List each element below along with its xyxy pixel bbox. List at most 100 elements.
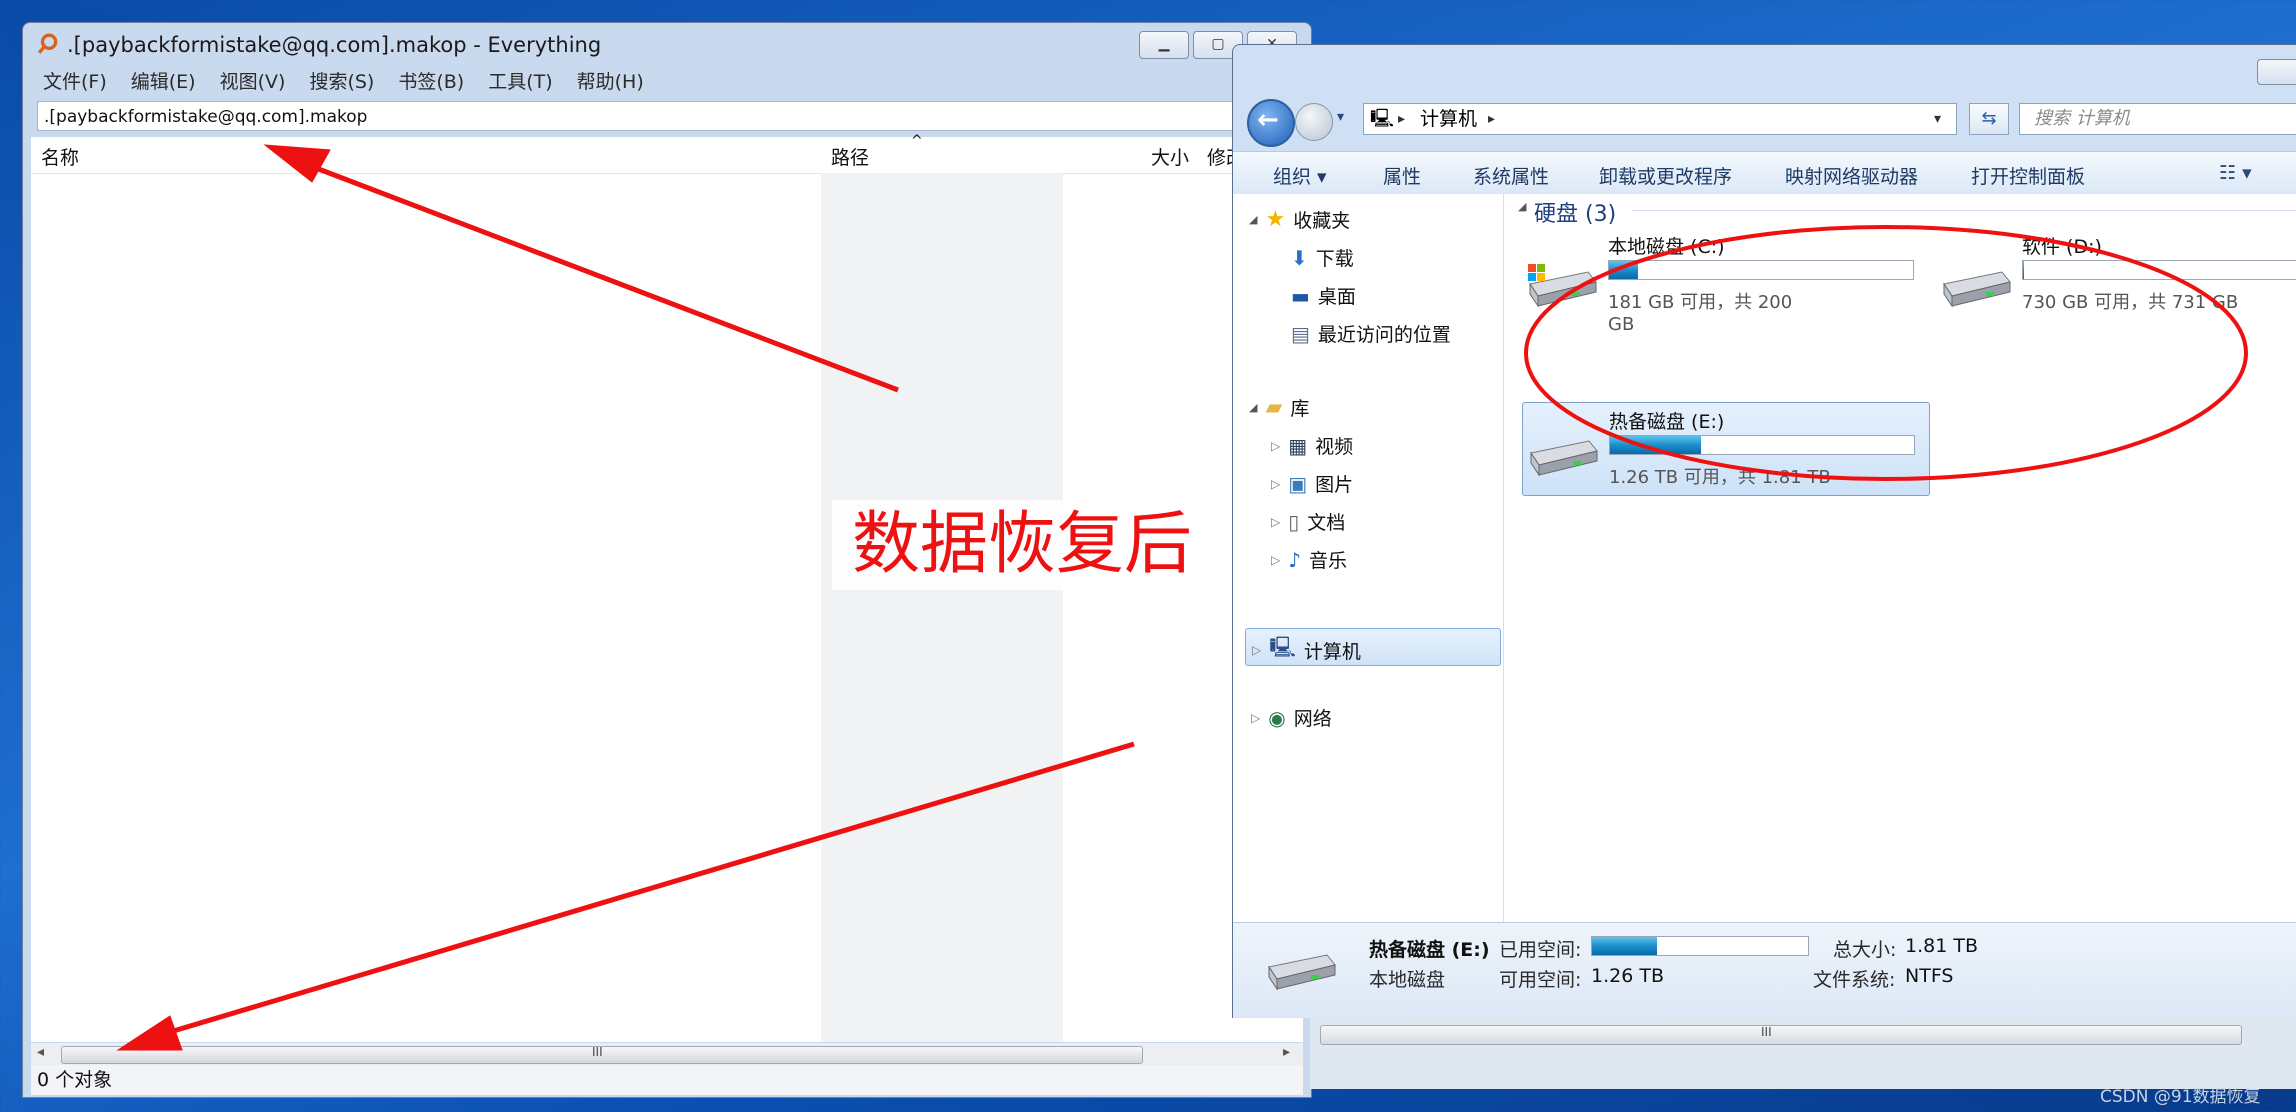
nav-computer-selected[interactable]: ▷ 🖳 计算机	[1245, 628, 1501, 666]
drive-c[interactable]: 本地磁盘 (C:) 181 GB 可用，共 200 GB	[1524, 230, 1914, 335]
details-free-value: 1.26 TB	[1591, 965, 1664, 987]
command-bar: 组织 ▾ 属性 系统属性 卸载或更改程序 映射网络驱动器 打开控制面板 ☷ ▾	[1233, 151, 2296, 195]
hard-drive-icon	[1530, 440, 1598, 477]
scrollbar-thumb[interactable]: III	[61, 1045, 1143, 1064]
drive-d[interactable]: 软件 (D:) 730 GB 可用，共 731 GB	[1938, 230, 2296, 326]
expand-icon[interactable]: ▷	[1271, 515, 1280, 529]
minimize-button[interactable]: ▁	[1139, 31, 1189, 59]
pictures-icon: ▣	[1288, 471, 1308, 496]
drive-e-size: 1.26 TB 可用，共 1.81 TB	[1609, 467, 1831, 488]
details-fs-value: NTFS	[1905, 965, 1954, 987]
scroll-right-icon[interactable]: ▸	[1283, 1044, 1290, 1060]
column-size[interactable]: 大小	[1151, 143, 1189, 170]
nav-recent-label: 最近访问的位置	[1317, 324, 1451, 346]
breadcrumb-arrow-icon[interactable]: ▸	[1488, 104, 1495, 134]
nav-documents[interactable]: ▷ ▯ 文档	[1271, 508, 1345, 535]
drive-c-name: 本地磁盘 (C:)	[1608, 236, 1725, 258]
expand-icon[interactable]: ▷	[1271, 477, 1280, 491]
nav-music-label: 音乐	[1309, 550, 1348, 572]
music-icon: ♪	[1288, 547, 1301, 572]
nav-pictures[interactable]: ▷ ▣ 图片	[1271, 470, 1353, 497]
search-input[interactable]: .[paybackformistake@qq.com].makop	[37, 101, 1277, 131]
recent-places-icon: ▤	[1291, 321, 1310, 346]
navigation-pane: ◢ ★ 收藏夹 ⬇ 下载 ▬ 桌面 ▤ 最近访问的位置 ◢ ▰ 库 ▷ ▦ 视频…	[1233, 194, 1504, 922]
explorer-window: ← ▾ 🖳 ▸ 计算机 ▸ ▾ ⇆ 搜索 计算机 组织 ▾ 属性 系统属性 卸载…	[1232, 44, 2296, 1018]
star-icon: ★	[1265, 207, 1286, 232]
details-pane: 热备磁盘 (E:) 本地磁盘 已用空间: 可用空间: 1.26 TB 总大小: …	[1233, 922, 2296, 1018]
toolbar-organize[interactable]: 组织 ▾	[1273, 162, 1327, 189]
desktop: { "everything": { "title": ".[paybackfor…	[0, 0, 2296, 1112]
breadcrumb-arrow-icon[interactable]: ▸	[1398, 104, 1405, 134]
nav-downloads-label: 下载	[1315, 248, 1354, 270]
history-dropdown-icon[interactable]: ▾	[1337, 109, 1344, 125]
search-input[interactable]: 搜索 计算机	[2019, 103, 2296, 135]
drive-e[interactable]: 热备磁盘 (E:) 1.26 TB 可用，共 1.81 TB	[1522, 402, 1930, 496]
back-button[interactable]: ←	[1247, 99, 1295, 147]
network-icon: ◉	[1268, 705, 1286, 730]
nav-recent[interactable]: ▤ 最近访问的位置	[1291, 320, 1451, 347]
content-pane: ◢ 硬盘 (3) 本地磁盘 (C:) 181 GB 可用，共 200 GB 软件…	[1504, 194, 2296, 922]
toolbar-properties[interactable]: 属性	[1383, 162, 1421, 189]
nav-downloads[interactable]: ⬇ 下载	[1291, 244, 1354, 271]
documents-icon: ▯	[1288, 509, 1300, 534]
address-bar[interactable]: 🖳 ▸ 计算机 ▸ ▾	[1363, 103, 1957, 135]
menu-tools[interactable]: 工具(T)	[488, 67, 552, 93]
menu-file[interactable]: 文件(F)	[43, 67, 107, 93]
drive-e-name: 热备磁盘 (E:)	[1609, 411, 1725, 433]
nav-desktop-label: 桌面	[1317, 286, 1356, 308]
refresh-icon[interactable]: ⇆	[1969, 103, 2009, 135]
group-collapse-icon[interactable]: ◢	[1518, 200, 1526, 213]
details-usage-bar	[1591, 936, 1809, 956]
menu-view[interactable]: 视图(V)	[220, 67, 286, 93]
breadcrumb-computer[interactable]: 计算机	[1420, 104, 1477, 134]
nav-libraries[interactable]: ◢ ▰ 库	[1249, 394, 1309, 421]
toolbar-system-properties[interactable]: 系统属性	[1473, 162, 1549, 189]
expand-icon[interactable]: ▷	[1271, 439, 1280, 453]
toolbar-uninstall[interactable]: 卸载或更改程序	[1599, 162, 1732, 189]
expand-icon[interactable]: ▷	[1252, 643, 1261, 657]
hard-drive-icon	[1943, 271, 2011, 308]
background-window-strip: III	[1310, 1016, 2296, 1089]
details-total-label: 总大小:	[1833, 939, 1897, 961]
view-options-icon[interactable]: ☷ ▾	[2219, 162, 2252, 184]
horizontal-scrollbar[interactable]: ◂ III ▸	[31, 1043, 1303, 1065]
minimize-button[interactable]	[2257, 59, 2296, 85]
nav-videos[interactable]: ▷ ▦ 视频	[1271, 432, 1353, 459]
menu-bookmarks[interactable]: 书签(B)	[398, 67, 464, 93]
nav-desktop[interactable]: ▬ 桌面	[1291, 282, 1356, 309]
forward-button[interactable]	[1295, 103, 1333, 141]
computer-icon: 🖳	[1269, 635, 1296, 659]
library-icon: ▰	[1265, 395, 1283, 420]
nav-favorites[interactable]: ◢ ★ 收藏夹	[1249, 206, 1350, 233]
column-path[interactable]: 路径	[831, 143, 869, 170]
details-used-label: 已用空间:	[1499, 939, 1582, 961]
menu-edit[interactable]: 编辑(E)	[131, 67, 196, 93]
everything-logo-icon	[37, 33, 58, 54]
details-free-label: 可用空间:	[1499, 969, 1582, 991]
address-dropdown-icon[interactable]: ▾	[1934, 104, 1941, 134]
toolbar-map-drive[interactable]: 映射网络驱动器	[1785, 162, 1918, 189]
video-icon: ▦	[1288, 433, 1308, 458]
nav-documents-label: 文档	[1307, 512, 1346, 534]
nav-music[interactable]: ▷ ♪ 音乐	[1271, 546, 1347, 573]
watermark: CSDN @91数据恢复	[2100, 1087, 2261, 1107]
scroll-left-icon[interactable]: ◂	[37, 1044, 44, 1060]
nav-network[interactable]: ▷ ◉ 网络	[1251, 704, 1332, 731]
expand-icon[interactable]: ▷	[1251, 711, 1260, 725]
expand-icon[interactable]: ▷	[1271, 553, 1280, 567]
collapse-icon: ◢	[1249, 213, 1258, 226]
column-name[interactable]: 名称	[41, 143, 79, 170]
details-total-value: 1.81 TB	[1905, 935, 1978, 957]
drive-d-size: 730 GB 可用，共 731 GB	[2022, 292, 2239, 313]
computer-small-icon: 🖳	[1370, 108, 1395, 129]
background-scrollbar-thumb[interactable]: III	[1320, 1025, 2242, 1045]
nav-computer[interactable]: ▷ 🖳 计算机	[1252, 633, 1361, 667]
details-fs-label: 文件系统:	[1813, 969, 1896, 991]
hard-drive-icon	[1268, 954, 1336, 991]
menu-help[interactable]: 帮助(H)	[577, 67, 644, 93]
drive-c-usage-bar	[1608, 260, 1914, 280]
details-drive-type: 本地磁盘	[1369, 969, 1446, 991]
toolbar-control-panel[interactable]: 打开控制面板	[1971, 162, 2085, 189]
group-divider	[1632, 210, 2296, 211]
menu-search[interactable]: 搜索(S)	[309, 67, 374, 93]
